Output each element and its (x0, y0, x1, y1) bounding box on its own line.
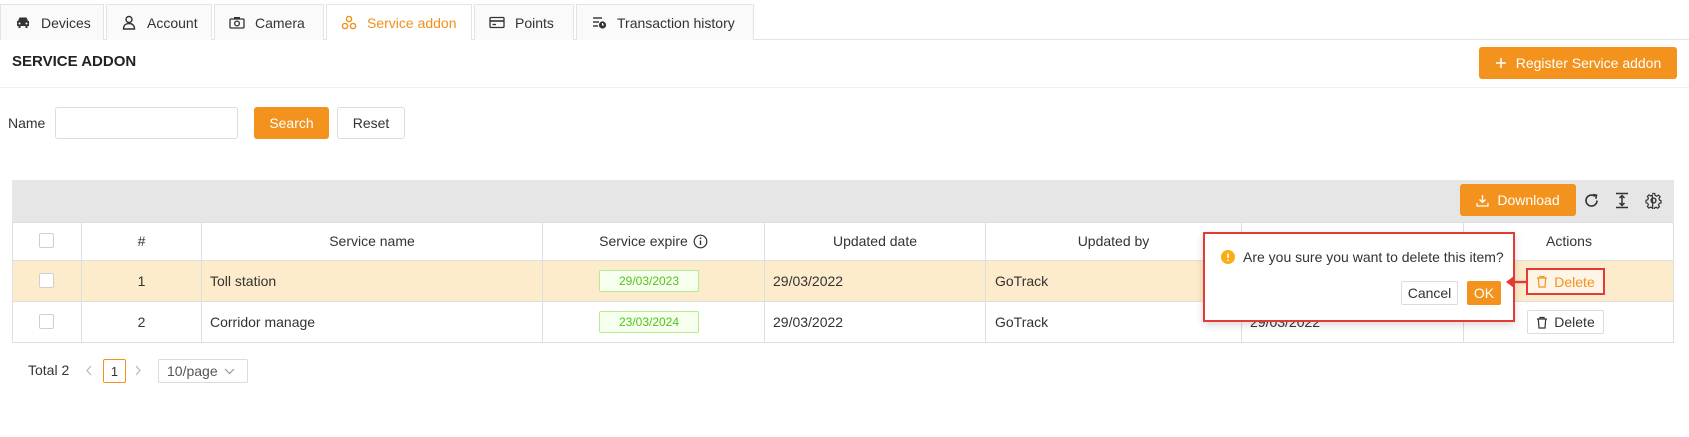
plus-icon (1495, 57, 1507, 69)
name-input[interactable] (55, 107, 238, 139)
tab-label: Devices (41, 14, 91, 31)
tab-label: Camera (255, 14, 305, 31)
reset-button[interactable]: Reset (337, 107, 405, 139)
column-header-service-name: Service name (329, 233, 415, 249)
row-updated-by: GoTrack (995, 314, 1049, 330)
camera-icon (229, 15, 245, 31)
cancel-button[interactable]: Cancel (1401, 281, 1458, 305)
trash-icon (1536, 316, 1548, 329)
column-header-index: # (137, 233, 146, 249)
tab-points[interactable]: Points (474, 4, 574, 40)
select-all-checkbox[interactable] (39, 233, 54, 248)
delete-confirm-popover: Are you sure you want to delete this ite… (1203, 232, 1515, 322)
ok-button[interactable]: OK (1467, 281, 1501, 305)
service-expire-tag: 29/03/2023 (599, 270, 699, 292)
tab-transaction-history[interactable]: Transaction history (576, 4, 754, 40)
delete-button[interactable]: Delete (1526, 268, 1605, 295)
confirm-message: Are you sure you want to delete this ite… (1243, 249, 1504, 265)
tab-devices[interactable]: Devices (0, 4, 104, 40)
row-checkbox[interactable] (39, 273, 54, 288)
service-expire-tag: 23/03/2024 (599, 311, 699, 333)
page-number-current[interactable]: 1 (103, 359, 126, 383)
car-icon (15, 15, 31, 31)
download-button[interactable]: Download (1460, 184, 1576, 216)
column-header-service-expire: Service expire (543, 222, 764, 260)
warning-icon (1221, 250, 1235, 264)
name-label: Name (8, 115, 46, 131)
page-title: SERVICE ADDON (12, 53, 137, 70)
row-updated-by: GoTrack (995, 273, 1049, 289)
history-icon (591, 15, 607, 31)
tab-label: Transaction history (617, 14, 735, 31)
page-size-select[interactable]: 10/page (158, 359, 248, 383)
row-service-name: Corridor manage (210, 314, 316, 330)
row-checkbox[interactable] (39, 314, 54, 329)
chevron-down-icon (224, 368, 235, 375)
tab-label: Service addon (367, 14, 457, 31)
card-icon (489, 15, 505, 31)
user-icon (121, 15, 137, 31)
row-service-name: Toll station (210, 273, 277, 289)
tab-label: Points (515, 14, 554, 31)
tab-account[interactable]: Account (106, 4, 212, 40)
trash-icon (1536, 275, 1548, 288)
tab-label: Account (147, 14, 198, 31)
search-button[interactable]: Search (254, 107, 329, 139)
tab-camera[interactable]: Camera (214, 4, 324, 40)
header-divider (0, 87, 1689, 88)
row-index: 2 (137, 314, 146, 330)
download-icon (1476, 194, 1490, 207)
row-updated-date: 29/03/2022 (773, 273, 844, 289)
row-updated-date: 29/03/2022 (773, 314, 844, 330)
delete-button[interactable]: Delete (1527, 310, 1604, 334)
table-toolbar (12, 180, 1674, 222)
settings-icon[interactable] (1645, 192, 1662, 209)
next-page-icon[interactable] (134, 365, 142, 376)
addon-icon (341, 15, 357, 31)
tab-service-addon[interactable]: Service addon (326, 4, 472, 41)
column-height-icon[interactable] (1614, 192, 1630, 209)
column-header-updated-date: Updated date (832, 233, 918, 249)
annotation-arrow (1505, 274, 1529, 290)
row-index: 1 (137, 273, 146, 289)
prev-page-icon[interactable] (85, 365, 93, 376)
info-icon[interactable] (693, 234, 708, 249)
register-service-addon-button[interactable]: Register Service addon (1479, 47, 1677, 79)
total-count: Total 2 (28, 362, 70, 378)
refresh-icon[interactable] (1583, 192, 1600, 209)
